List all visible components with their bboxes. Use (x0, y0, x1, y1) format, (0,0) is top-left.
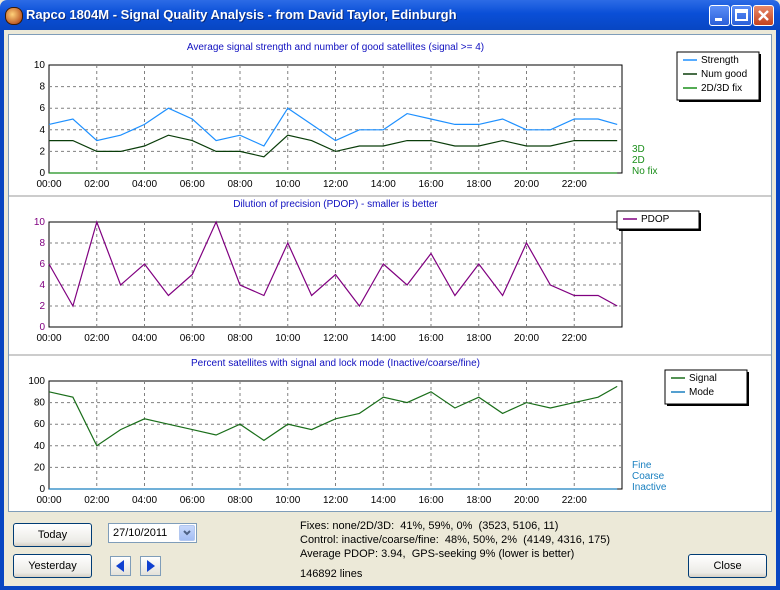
x-tick-label: 12:00 (323, 333, 348, 344)
chart-title: Dilution of precision (PDOP) - smaller i… (233, 199, 438, 210)
x-tick-label: 00:00 (36, 495, 61, 506)
y-tick-label: 100 (28, 376, 45, 387)
close-button[interactable]: Close (688, 554, 767, 578)
series-line-signal (48, 385, 618, 447)
x-tick-label: 14:00 (371, 179, 396, 190)
chart-area: Average signal strength and number of go… (8, 34, 772, 512)
title-bar[interactable]: Rapco 1804M - Signal Quality Analysis - … (0, 0, 780, 30)
x-tick-label: 04:00 (132, 179, 157, 190)
x-tick-label: 20:00 (514, 179, 539, 190)
x-tick-label: 06:00 (180, 333, 205, 344)
x-tick-label: 08:00 (227, 495, 252, 506)
chart-title: Average signal strength and number of go… (187, 42, 484, 53)
x-tick-label: 18:00 (466, 179, 491, 190)
x-tick-label: 22:00 (562, 495, 587, 506)
x-tick-label: 00:00 (36, 333, 61, 344)
date-value: 27/10/2011 (113, 527, 168, 539)
x-tick-label: 02:00 (84, 333, 109, 344)
legend-label: Num good (701, 69, 747, 80)
x-tick-label: 08:00 (227, 179, 252, 190)
x-tick-label: 00:00 (36, 179, 61, 190)
y-tick-label: 4 (39, 125, 45, 136)
x-tick-label: 16:00 (418, 333, 443, 344)
x-tick-label: 10:00 (275, 179, 300, 190)
x-tick-label: 02:00 (84, 179, 109, 190)
app-icon[interactable] (5, 7, 23, 25)
x-tick-label: 04:00 (132, 333, 157, 344)
chevron-down-icon[interactable] (179, 525, 195, 541)
date-picker[interactable]: 27/10/2011 (108, 523, 197, 543)
legend-label: PDOP (641, 214, 670, 225)
minimize-button[interactable] (709, 5, 730, 26)
maximize-button[interactable] (731, 5, 752, 26)
y-tick-label: 0 (39, 322, 45, 333)
x-tick-label: 14:00 (371, 495, 396, 506)
control-stats: Control: inactive/coarse/fine: 48%, 50%,… (300, 534, 611, 546)
right-axis-label: 2D (632, 155, 645, 166)
x-tick-label: 06:00 (180, 495, 205, 506)
pdop-stats: Average PDOP: 3.94, GPS-seeking 9% (lowe… (300, 548, 575, 560)
right-axis-label: 3D (632, 144, 645, 155)
x-tick-label: 20:00 (514, 495, 539, 506)
arrow-left-icon (116, 560, 124, 572)
y-tick-label: 60 (34, 419, 46, 430)
line-count: 146892 lines (300, 568, 363, 580)
x-tick-label: 18:00 (466, 333, 491, 344)
arrow-right-icon (147, 560, 155, 572)
close-window-button[interactable] (753, 5, 774, 26)
legend-label: Strength (701, 55, 739, 66)
x-tick-label: 22:00 (562, 179, 587, 190)
yesterday-button[interactable]: Yesterday (13, 554, 92, 578)
y-tick-label: 8 (39, 238, 45, 249)
x-tick-label: 06:00 (180, 179, 205, 190)
x-tick-label: 12:00 (323, 495, 348, 506)
legend-label: Mode (689, 387, 714, 398)
window-title: Rapco 1804M - Signal Quality Analysis - … (26, 7, 457, 22)
x-tick-label: 08:00 (227, 333, 252, 344)
previous-day-button[interactable] (110, 556, 131, 576)
y-tick-label: 4 (39, 280, 45, 291)
today-button[interactable]: Today (13, 523, 92, 547)
y-tick-label: 2 (39, 301, 45, 312)
y-tick-label: 20 (34, 462, 46, 473)
y-tick-label: 8 (39, 82, 45, 93)
y-tick-label: 0 (39, 168, 45, 179)
legend-label: Signal (689, 373, 717, 384)
x-tick-label: 14:00 (371, 333, 396, 344)
right-axis-label: Coarse (632, 471, 665, 482)
y-tick-label: 6 (39, 259, 45, 270)
chart-title: Percent satellites with signal and lock … (191, 358, 480, 369)
x-tick-label: 10:00 (275, 495, 300, 506)
y-tick-label: 10 (34, 217, 46, 228)
charts-svg: Average signal strength and number of go… (9, 42, 771, 506)
right-axis-label: No fix (632, 166, 658, 177)
y-tick-label: 80 (34, 398, 46, 409)
x-tick-label: 12:00 (323, 179, 348, 190)
right-axis-label: Inactive (632, 482, 667, 493)
y-tick-label: 6 (39, 103, 45, 114)
y-tick-label: 0 (39, 484, 45, 495)
x-tick-label: 18:00 (466, 495, 491, 506)
y-tick-label: 2 (39, 146, 45, 157)
next-day-button[interactable] (140, 556, 161, 576)
fixes-stats: Fixes: none/2D/3D: 41%, 59%, 0% (3523, 5… (300, 520, 559, 532)
legend-label: 2D/3D fix (701, 83, 742, 94)
x-tick-label: 22:00 (562, 333, 587, 344)
x-tick-label: 04:00 (132, 495, 157, 506)
x-tick-label: 16:00 (418, 179, 443, 190)
y-tick-label: 40 (34, 441, 46, 452)
x-tick-label: 16:00 (418, 495, 443, 506)
right-axis-label: Fine (632, 460, 652, 471)
x-tick-label: 02:00 (84, 495, 109, 506)
y-tick-label: 10 (34, 60, 46, 71)
x-tick-label: 20:00 (514, 333, 539, 344)
series-line-strength (48, 107, 618, 147)
x-tick-label: 10:00 (275, 333, 300, 344)
